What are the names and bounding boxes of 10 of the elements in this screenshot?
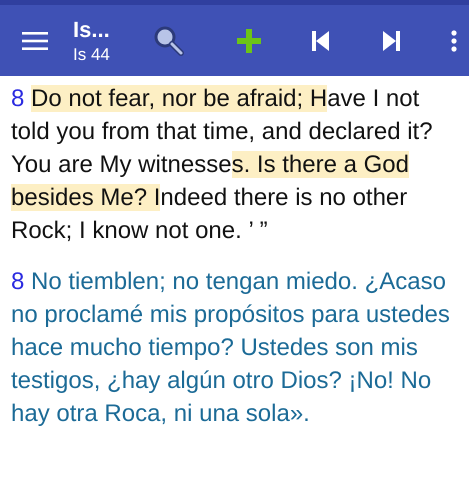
verse-text: 8 No tiemblen; no tengan miedo. ¿Acaso no proclamé mis propósitos para ustedes hace mucho tiempo? Ustedes son mis testigos, ¿hay algún otro Dios? ¡No! No hay otra Roca, ni una sola».	[11, 267, 451, 429]
book-title: Is...	[73, 16, 111, 44]
search-icon[interactable]	[153, 24, 185, 56]
plus-icon[interactable]	[236, 28, 260, 52]
verse-text: 8 Do not fear, nor be afraid; Have I not told you from that time, and declared it? You are My witnesses. Is there a God besides Me? Indeed there is no other Rock; I know not one. ’ ”	[11, 84, 434, 246]
previous-icon[interactable]	[312, 30, 330, 50]
chapter-subtitle: Is 44	[73, 44, 111, 66]
menu-icon[interactable]	[22, 30, 48, 50]
next-icon[interactable]	[382, 30, 400, 50]
more-options-icon[interactable]	[451, 30, 457, 52]
